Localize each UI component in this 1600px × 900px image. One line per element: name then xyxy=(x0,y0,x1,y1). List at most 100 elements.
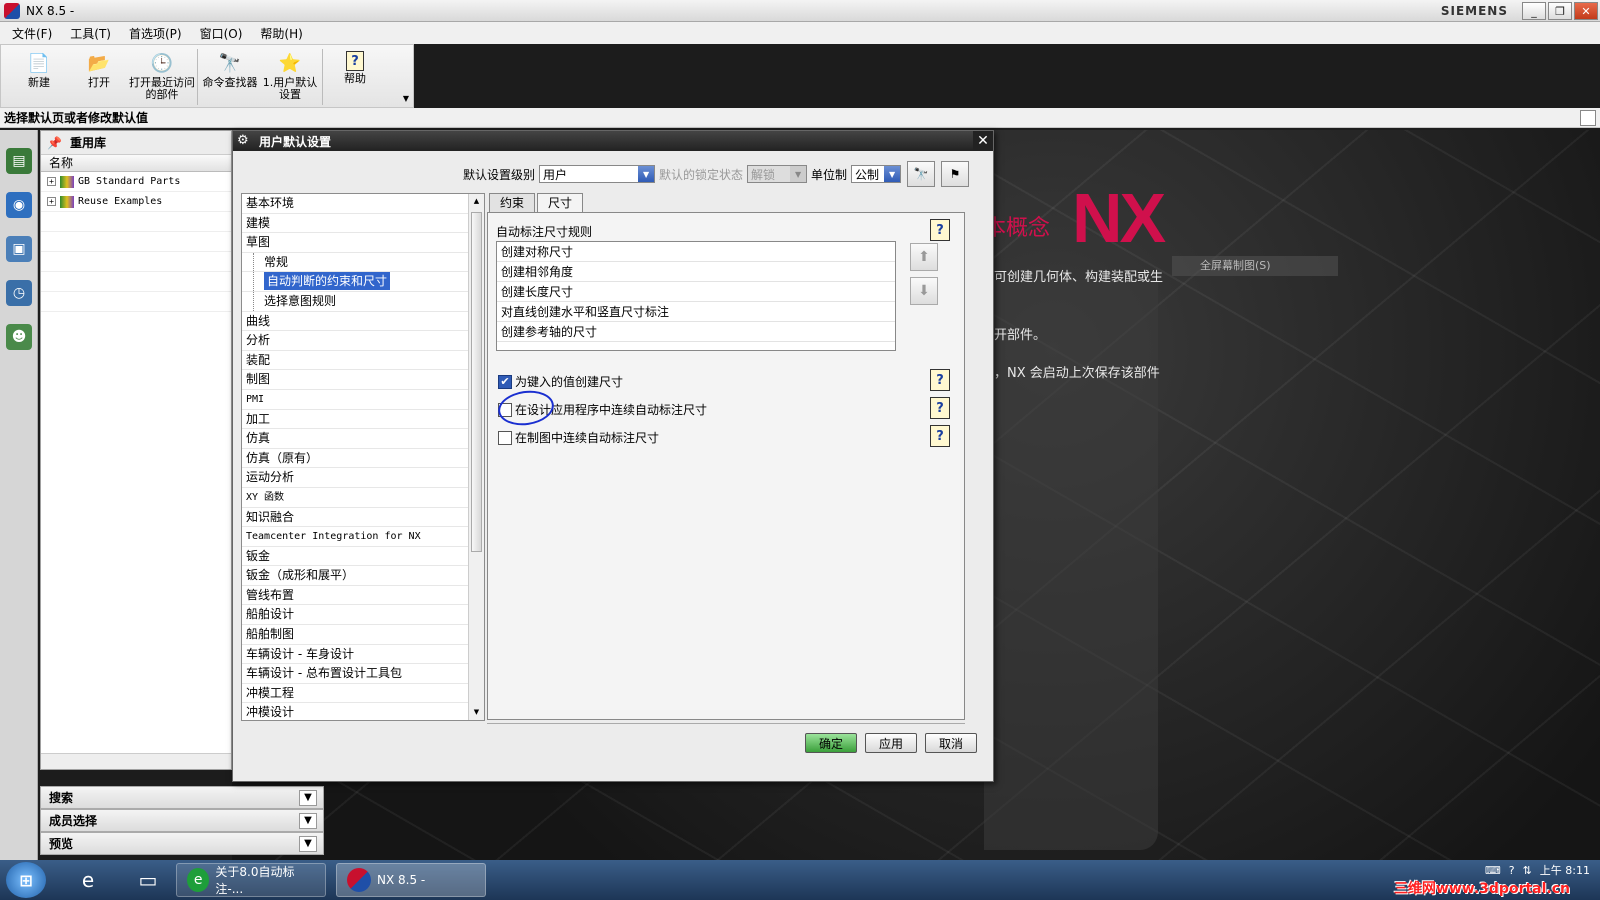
category-item[interactable]: XY 函数 xyxy=(242,488,484,508)
category-item[interactable]: 钣金 xyxy=(242,547,484,567)
list-item[interactable]: 创建对称尺寸 xyxy=(497,242,895,262)
help-icon[interactable]: ? xyxy=(1509,864,1515,877)
menu-window[interactable]: 窗口(O) xyxy=(200,25,243,42)
category-item[interactable]: 知识融合 xyxy=(242,508,484,528)
restore-button[interactable]: ❐ xyxy=(1548,2,1572,20)
web-browser-icon[interactable]: ◉ xyxy=(6,192,32,218)
category-item[interactable]: 建模 xyxy=(242,214,484,234)
move-up-button[interactable]: ⬆ xyxy=(910,243,938,271)
category-item[interactable]: 冲模工程 xyxy=(242,684,484,704)
user-defaults-button[interactable]: ⭐ 1.用户默认设置 xyxy=(260,45,320,101)
category-item[interactable]: 基本环境 xyxy=(242,194,484,214)
category-item[interactable]: 船舶设计 xyxy=(242,605,484,626)
new-button[interactable]: 📄 新建 xyxy=(9,45,69,89)
full-screen-icon[interactable] xyxy=(1580,110,1596,126)
toolbar-options-icon[interactable]: ▼ xyxy=(403,94,409,103)
level-select[interactable]: 用户 ▼ xyxy=(539,165,656,183)
menu-file[interactable]: 文件(F) xyxy=(12,25,52,42)
category-item[interactable]: 车辆设计 - 车身设计 xyxy=(242,645,484,665)
category-item[interactable]: 常规 xyxy=(242,252,484,273)
category-item[interactable]: 车辆设计 - 总布置设计工具包 xyxy=(242,664,484,684)
category-item[interactable]: 冲模设计 xyxy=(242,703,484,720)
part-navigator-icon[interactable]: ▣ xyxy=(6,236,32,262)
unit-select[interactable]: 公制 ▼ xyxy=(851,165,902,183)
category-item[interactable]: 制图 xyxy=(242,370,484,390)
tree-node-gb-standard-parts[interactable]: + GB Standard Parts xyxy=(41,172,231,192)
tree-node-reuse-examples[interactable]: + Reuse Examples xyxy=(41,192,231,212)
close-window-button[interactable]: ✕ xyxy=(1574,2,1598,20)
minimize-button[interactable]: _ xyxy=(1522,2,1546,20)
manage-defaults-button[interactable]: ⚑ xyxy=(941,161,970,187)
menu-preferences[interactable]: 首选项(P) xyxy=(129,25,182,42)
vertical-scrollbar[interactable]: ▲ ▼ xyxy=(468,194,484,720)
column-header-name[interactable]: 名称 xyxy=(41,155,231,172)
menu-tools[interactable]: 工具(T) xyxy=(70,25,111,42)
dialog-close-button[interactable]: ✕ xyxy=(973,131,993,151)
taskbar-item-browser[interactable]: e 关于8.0自动标注-... xyxy=(176,863,326,897)
list-item[interactable]: 创建相邻角度 xyxy=(497,262,895,282)
option-continuous-design[interactable]: 在设计应用程序中连续自动标注尺寸 xyxy=(495,387,707,429)
horizontal-scrollbar[interactable] xyxy=(41,753,231,769)
expand-icon[interactable]: + xyxy=(47,197,56,206)
category-item[interactable]: 运动分析 xyxy=(242,468,484,488)
category-item[interactable]: 曲线 xyxy=(242,312,484,332)
category-item[interactable]: 管线布置 xyxy=(242,586,484,606)
dialog-title-bar[interactable]: ⚙ 用户默认设置 xyxy=(233,131,993,151)
scroll-down-icon[interactable]: ▼ xyxy=(469,705,484,720)
category-item[interactable]: 草图 xyxy=(242,233,484,253)
command-finder-button[interactable]: 🔭 命令查找器 xyxy=(200,45,260,89)
expand-icon[interactable]: + xyxy=(47,177,56,186)
option-typed-value[interactable]: ✔ 为键入的值创建尺寸 xyxy=(498,373,623,390)
scroll-up-icon[interactable]: ▲ xyxy=(469,194,484,209)
taskbar-item-nx[interactable]: NX 8.5 - xyxy=(336,863,486,897)
checkbox-checked[interactable]: ✔ xyxy=(498,374,512,389)
category-item[interactable]: 船舶制图 xyxy=(242,625,484,645)
option-continuous-drafting[interactable]: 在制图中连续自动标注尺寸 xyxy=(498,429,659,446)
category-item[interactable]: 选择意图规则 xyxy=(242,291,484,312)
menu-help[interactable]: 帮助(H) xyxy=(260,25,302,42)
tab-dimensions[interactable]: 尺寸 xyxy=(537,193,584,213)
apply-button[interactable]: 应用 xyxy=(865,733,917,753)
chevron-down-icon[interactable]: ▼ xyxy=(299,789,317,806)
preview-section[interactable]: 预览 ▼ xyxy=(40,832,324,855)
gear-icon[interactable]: ⚙ xyxy=(237,134,251,148)
help-button[interactable]: ? 帮助 xyxy=(325,45,385,85)
find-default-button[interactable]: 🔭 xyxy=(907,161,936,187)
category-item[interactable]: 钣金（成形和展平） xyxy=(242,566,484,586)
open-button[interactable]: 📂 打开 xyxy=(69,45,129,89)
show-desktop-icon[interactable]: ▭ xyxy=(130,864,166,896)
category-item[interactable]: 自动判断的约束和尺寸 xyxy=(242,272,484,292)
roles-icon[interactable]: ☻ xyxy=(6,324,32,350)
search-section[interactable]: 搜索 ▼ xyxy=(40,786,324,809)
category-item[interactable]: 分析 xyxy=(242,331,484,351)
category-item[interactable]: 装配 xyxy=(242,351,484,371)
start-button[interactable]: ⊞ xyxy=(6,862,46,898)
chevron-down-icon[interactable]: ▼ xyxy=(299,812,317,829)
history-icon[interactable]: ◷ xyxy=(6,280,32,306)
ie-icon[interactable]: e xyxy=(70,864,106,896)
category-item[interactable]: 仿真（原有） xyxy=(242,449,484,469)
ok-button[interactable]: 确定 xyxy=(805,733,857,753)
chevron-down-icon[interactable]: ▼ xyxy=(299,835,317,852)
reuse-library-icon[interactable]: ▤ xyxy=(6,148,32,174)
member-select-section[interactable]: 成员选择 ▼ xyxy=(40,809,324,832)
keyboard-icon[interactable]: ⌨ xyxy=(1485,864,1501,877)
tab-constraints[interactable]: 约束 xyxy=(489,193,536,212)
checkbox-unchecked[interactable] xyxy=(498,430,512,445)
category-item[interactable]: PMI xyxy=(242,390,484,410)
fullscreen-drawing-button[interactable]: 全屏幕制图(S) xyxy=(1172,256,1338,276)
clock[interactable]: 上午 8:11 xyxy=(1540,864,1590,877)
category-item[interactable]: 加工 xyxy=(242,410,484,430)
category-item[interactable]: 仿真 xyxy=(242,429,484,449)
help-icon[interactable]: ? xyxy=(930,369,950,391)
open-recent-button[interactable]: 🕒 打开最近访问的部件 xyxy=(129,45,195,101)
list-item[interactable]: 创建参考轴的尺寸 xyxy=(497,322,895,342)
move-down-button[interactable]: ⬇ xyxy=(910,277,938,305)
list-item[interactable]: 对直线创建水平和竖直尺寸标注 xyxy=(497,302,895,322)
list-item[interactable]: 创建长度尺寸 xyxy=(497,282,895,302)
category-item[interactable]: Teamcenter Integration for NX xyxy=(242,527,484,547)
scroll-thumb[interactable] xyxy=(471,212,482,552)
cancel-button[interactable]: 取消 xyxy=(925,733,977,753)
help-icon[interactable]: ? xyxy=(930,397,950,419)
help-icon[interactable]: ? xyxy=(930,425,950,447)
